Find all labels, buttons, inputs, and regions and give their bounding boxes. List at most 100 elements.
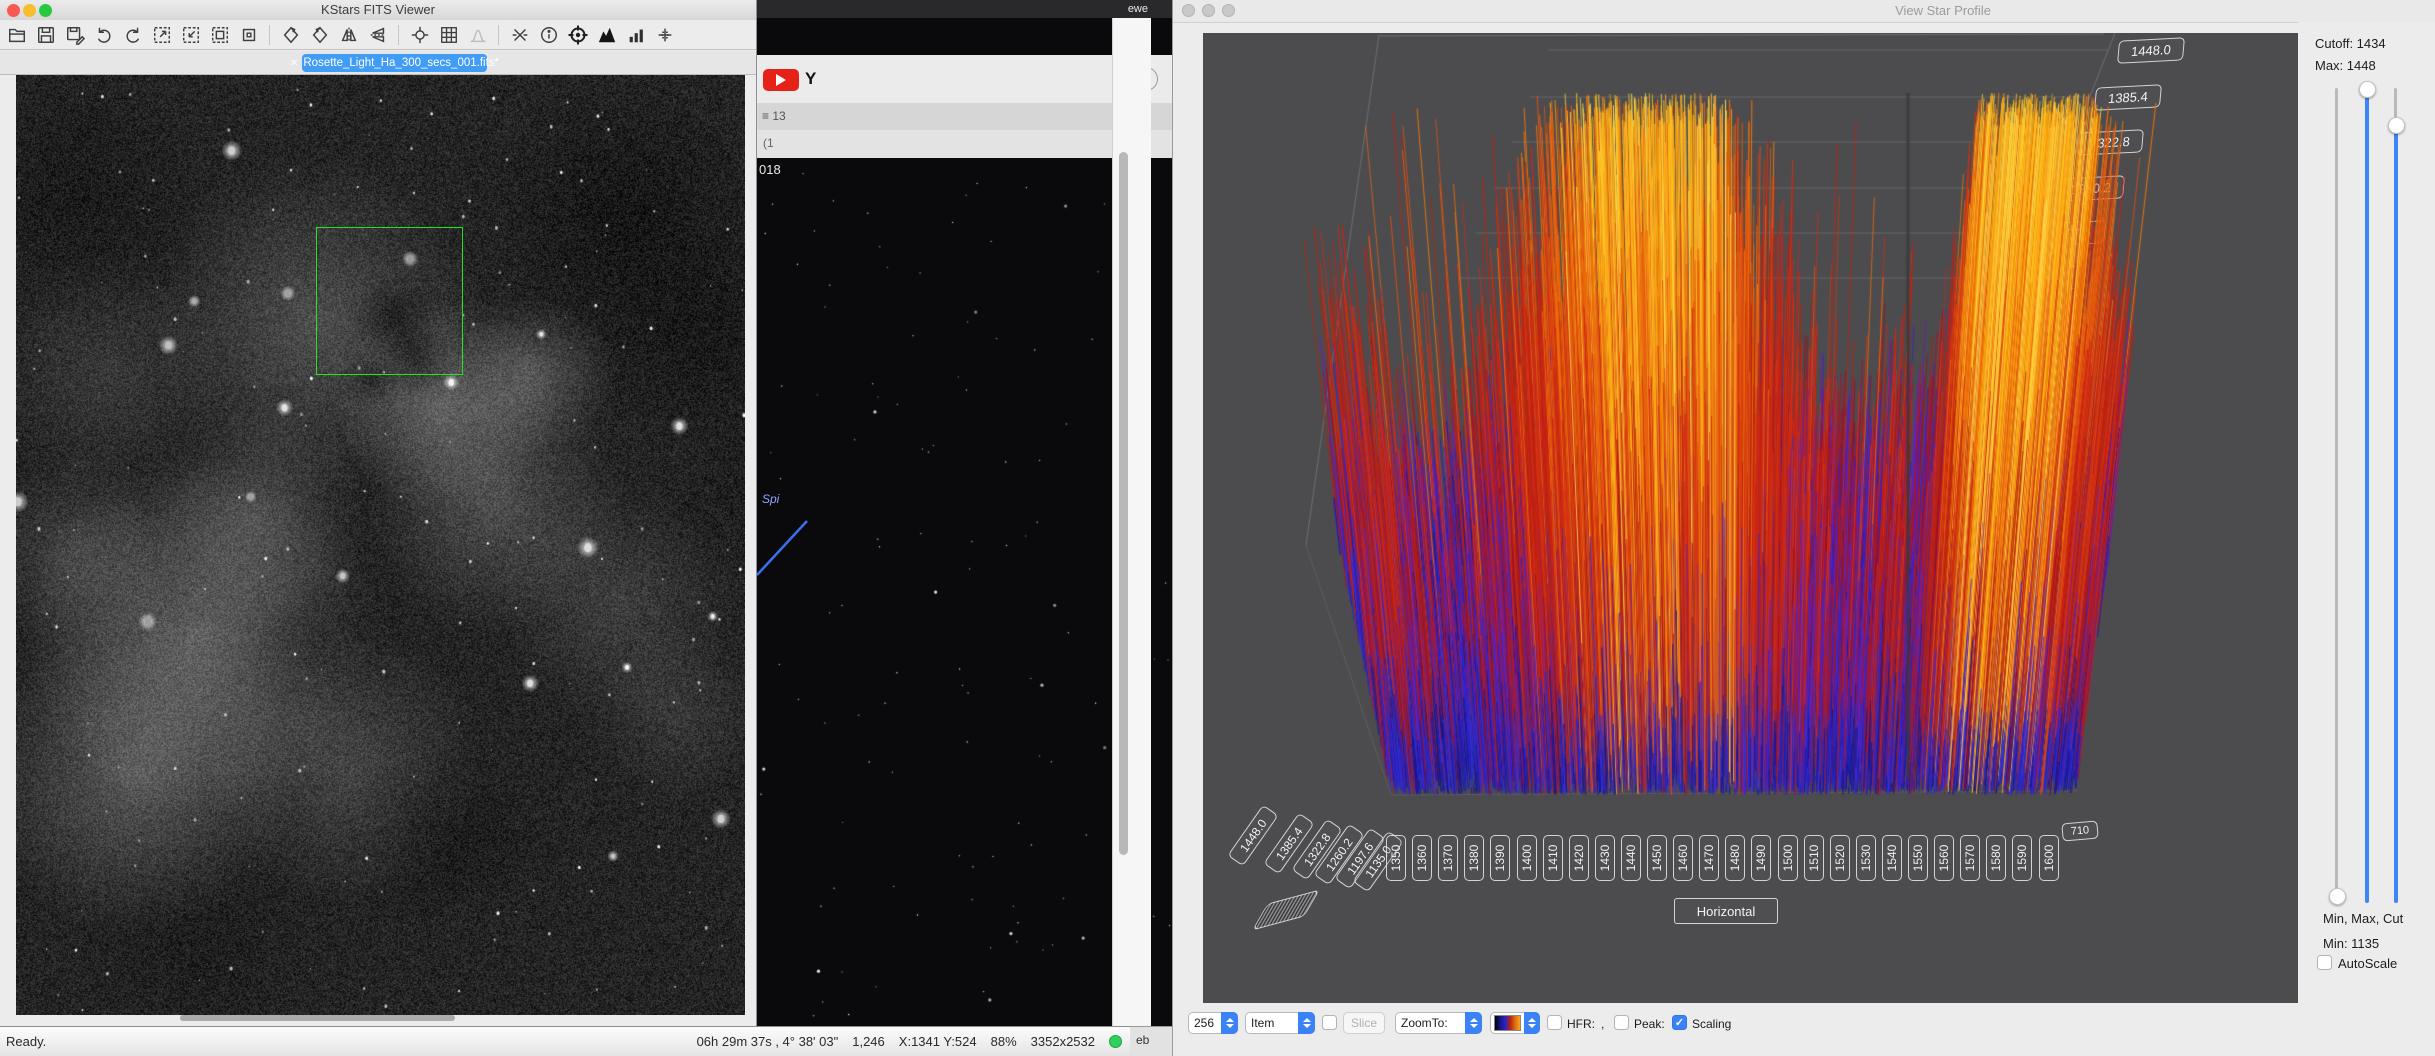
scaling-label: Scaling: [1692, 1017, 1732, 1031]
profile-controls-bar: 256 Item Slice ZoomTo: HFR: , Peak: ✓ Sc…: [1173, 1003, 2435, 1056]
youtube-logo-icon: [763, 69, 799, 91]
zoom-out-icon[interactable]: [178, 23, 204, 47]
zoom-traffic-light[interactable]: [1222, 4, 1235, 17]
dropdown-stepper-icon[interactable]: [1524, 1012, 1540, 1034]
minimize-traffic-light[interactable]: [23, 4, 36, 17]
min-slider-handle[interactable]: [2328, 888, 2346, 905]
sample-size-spinbox[interactable]: 256: [1188, 1012, 1238, 1034]
open-file-icon[interactable]: [4, 23, 30, 47]
background-band: ewe Y ≡ 13 (1 018 Spi: [757, 0, 1172, 1026]
browser-header: Y: [757, 55, 1172, 103]
hfr-label: HFR:: [1567, 1017, 1595, 1031]
colormap-dropdown[interactable]: [1490, 1012, 1540, 1034]
dropdown-stepper-icon[interactable]: [1298, 1012, 1315, 1034]
mark-stars-icon[interactable]: [407, 23, 433, 47]
cross-out-stars-icon[interactable]: [507, 23, 533, 47]
rotate-ccw-icon[interactable]: [307, 23, 333, 47]
flip-horizontal-icon[interactable]: [336, 23, 362, 47]
constellation-line: [757, 520, 808, 576]
toolbar-separator: [498, 24, 499, 45]
spike-plot-canvas[interactable]: [1203, 33, 2298, 1003]
zoom-to-value: ZoomTo:: [1401, 1016, 1448, 1030]
zoom-to-dropdown[interactable]: ZoomTo:: [1395, 1012, 1482, 1034]
status-coordinates: 06h 29m 37s , 4° 38' 03": [696, 1034, 839, 1049]
v-scrollbar-thumb[interactable]: [1119, 152, 1128, 855]
fits-image[interactable]: [16, 75, 745, 1015]
info-icon[interactable]: [536, 23, 562, 47]
comma-text: ,: [1601, 1017, 1605, 1031]
profile-titlebar[interactable]: View Star Profile: [1173, 0, 2435, 23]
tab-close-icon[interactable]: ✕: [290, 58, 298, 69]
min-value-label: Min: 1135: [2323, 936, 2380, 951]
statistics-bars-icon[interactable]: [623, 23, 649, 47]
peak-label: Peak:: [1634, 1017, 1665, 1031]
background-status-fragment: eb: [1130, 1026, 1172, 1056]
status-zoom-level: 88%: [990, 1034, 1017, 1049]
center-crosshair-icon[interactable]: [565, 23, 591, 47]
scale-panel: Cutoff: 1434 Max: 1448 Min, Max, Cut Min…: [2298, 22, 2435, 1056]
zoom-fit-icon[interactable]: [207, 23, 233, 47]
web-fragment: eb: [1136, 1033, 1150, 1047]
zoom-traffic-light[interactable]: [39, 4, 52, 17]
browser-scrollbar[interactable]: [1112, 18, 1151, 1026]
gaussian-fit-icon[interactable]: [465, 23, 491, 47]
status-cursor-position: X:1341 Y:524: [898, 1034, 977, 1049]
fits-titlebar[interactable]: KStars FITS Viewer: [0, 0, 756, 21]
hfr-checkbox[interactable]: [1547, 1015, 1562, 1030]
toolbar-separator: [269, 24, 270, 45]
selection-rectangle[interactable]: [316, 227, 463, 375]
colormap-swatch: [1494, 1015, 1522, 1031]
grid-icon[interactable]: [436, 23, 462, 47]
h-scrollbar-thumb[interactable]: [180, 1015, 455, 1021]
cutoff-slider-handle[interactable]: [2387, 117, 2405, 135]
status-bar: Ready. 06h 29m 37s , 4° 38' 03" 1,246 X:…: [0, 1026, 1130, 1056]
star-profile-3d-plot[interactable]: 1448.01385.41322.81260.21197.61135.01448…: [1203, 33, 2298, 1003]
item-dropdown-value: Item: [1251, 1016, 1275, 1030]
connection-led: [1109, 1035, 1122, 1048]
fits-toolbar: [0, 20, 756, 50]
browser-fragment-2: (1: [763, 136, 774, 150]
zoom-actual-icon[interactable]: [236, 23, 262, 47]
slice-enable-checkbox[interactable]: [1322, 1015, 1337, 1030]
item-dropdown[interactable]: Item: [1245, 1012, 1315, 1034]
scaling-checkbox[interactable]: ✓: [1672, 1015, 1687, 1030]
flip-vertical-icon[interactable]: [365, 23, 391, 47]
desktop: KStars FITS Viewer ✕ Rosette_Light_Ha_30…: [0, 0, 2435, 1056]
rotate-cw-icon[interactable]: [278, 23, 304, 47]
close-traffic-light[interactable]: [1182, 4, 1195, 17]
save-as-icon[interactable]: [62, 23, 88, 47]
star-profile-window: View Star Profile 1448.01385.41322.81260…: [1172, 0, 2435, 1056]
date-fragment: 018: [759, 162, 781, 177]
fits-tab-bar: ✕ Rosette_Light_Ha_300_secs_001.fits*: [0, 51, 756, 75]
window-title: KStars FITS Viewer: [321, 2, 435, 17]
slider-caption: Min, Max, Cut: [2323, 911, 2404, 926]
browser-tab-strip: ewe: [757, 0, 1172, 18]
save-icon[interactable]: [33, 23, 59, 47]
histogram-stretch-icon[interactable]: [594, 23, 620, 47]
min-slider-track[interactable]: [2335, 88, 2338, 895]
sky-label-fragment: Spi: [762, 492, 780, 506]
spinbox-stepper-icon[interactable]: [1221, 1012, 1238, 1034]
window-title: View Star Profile: [1895, 3, 1991, 18]
autoscale-checkbox[interactable]: [2317, 955, 2332, 970]
pixel-picker-icon[interactable]: [652, 23, 678, 47]
dropdown-stepper-icon[interactable]: [1465, 1012, 1482, 1034]
sample-size-value: 256: [1194, 1016, 1215, 1030]
redo-icon[interactable]: [120, 23, 146, 47]
tab-rosette-fits[interactable]: ✕ Rosette_Light_Ha_300_secs_001.fits*: [290, 54, 499, 72]
max-slider-fill[interactable]: [2364, 88, 2369, 903]
slice-button[interactable]: Slice: [1343, 1012, 1385, 1034]
browser-row-1: ≡ 13: [757, 103, 1172, 130]
undo-icon[interactable]: [91, 23, 117, 47]
cutoff-slider-fill[interactable]: [2393, 124, 2398, 903]
horizontal-scrollbar[interactable]: [16, 1014, 745, 1022]
zoom-in-icon[interactable]: [149, 23, 175, 47]
minimize-traffic-light[interactable]: [1202, 4, 1215, 17]
max-value-label: Max: 1448: [2315, 58, 2376, 73]
peak-checkbox[interactable]: [1614, 1015, 1629, 1030]
close-traffic-light[interactable]: [7, 4, 20, 17]
autoscale-label: AutoScale: [2338, 956, 2398, 971]
status-ready: Ready.: [6, 1034, 47, 1049]
status-image-size: 3352x2532: [1030, 1034, 1095, 1049]
max-slider-handle[interactable]: [2358, 81, 2376, 98]
